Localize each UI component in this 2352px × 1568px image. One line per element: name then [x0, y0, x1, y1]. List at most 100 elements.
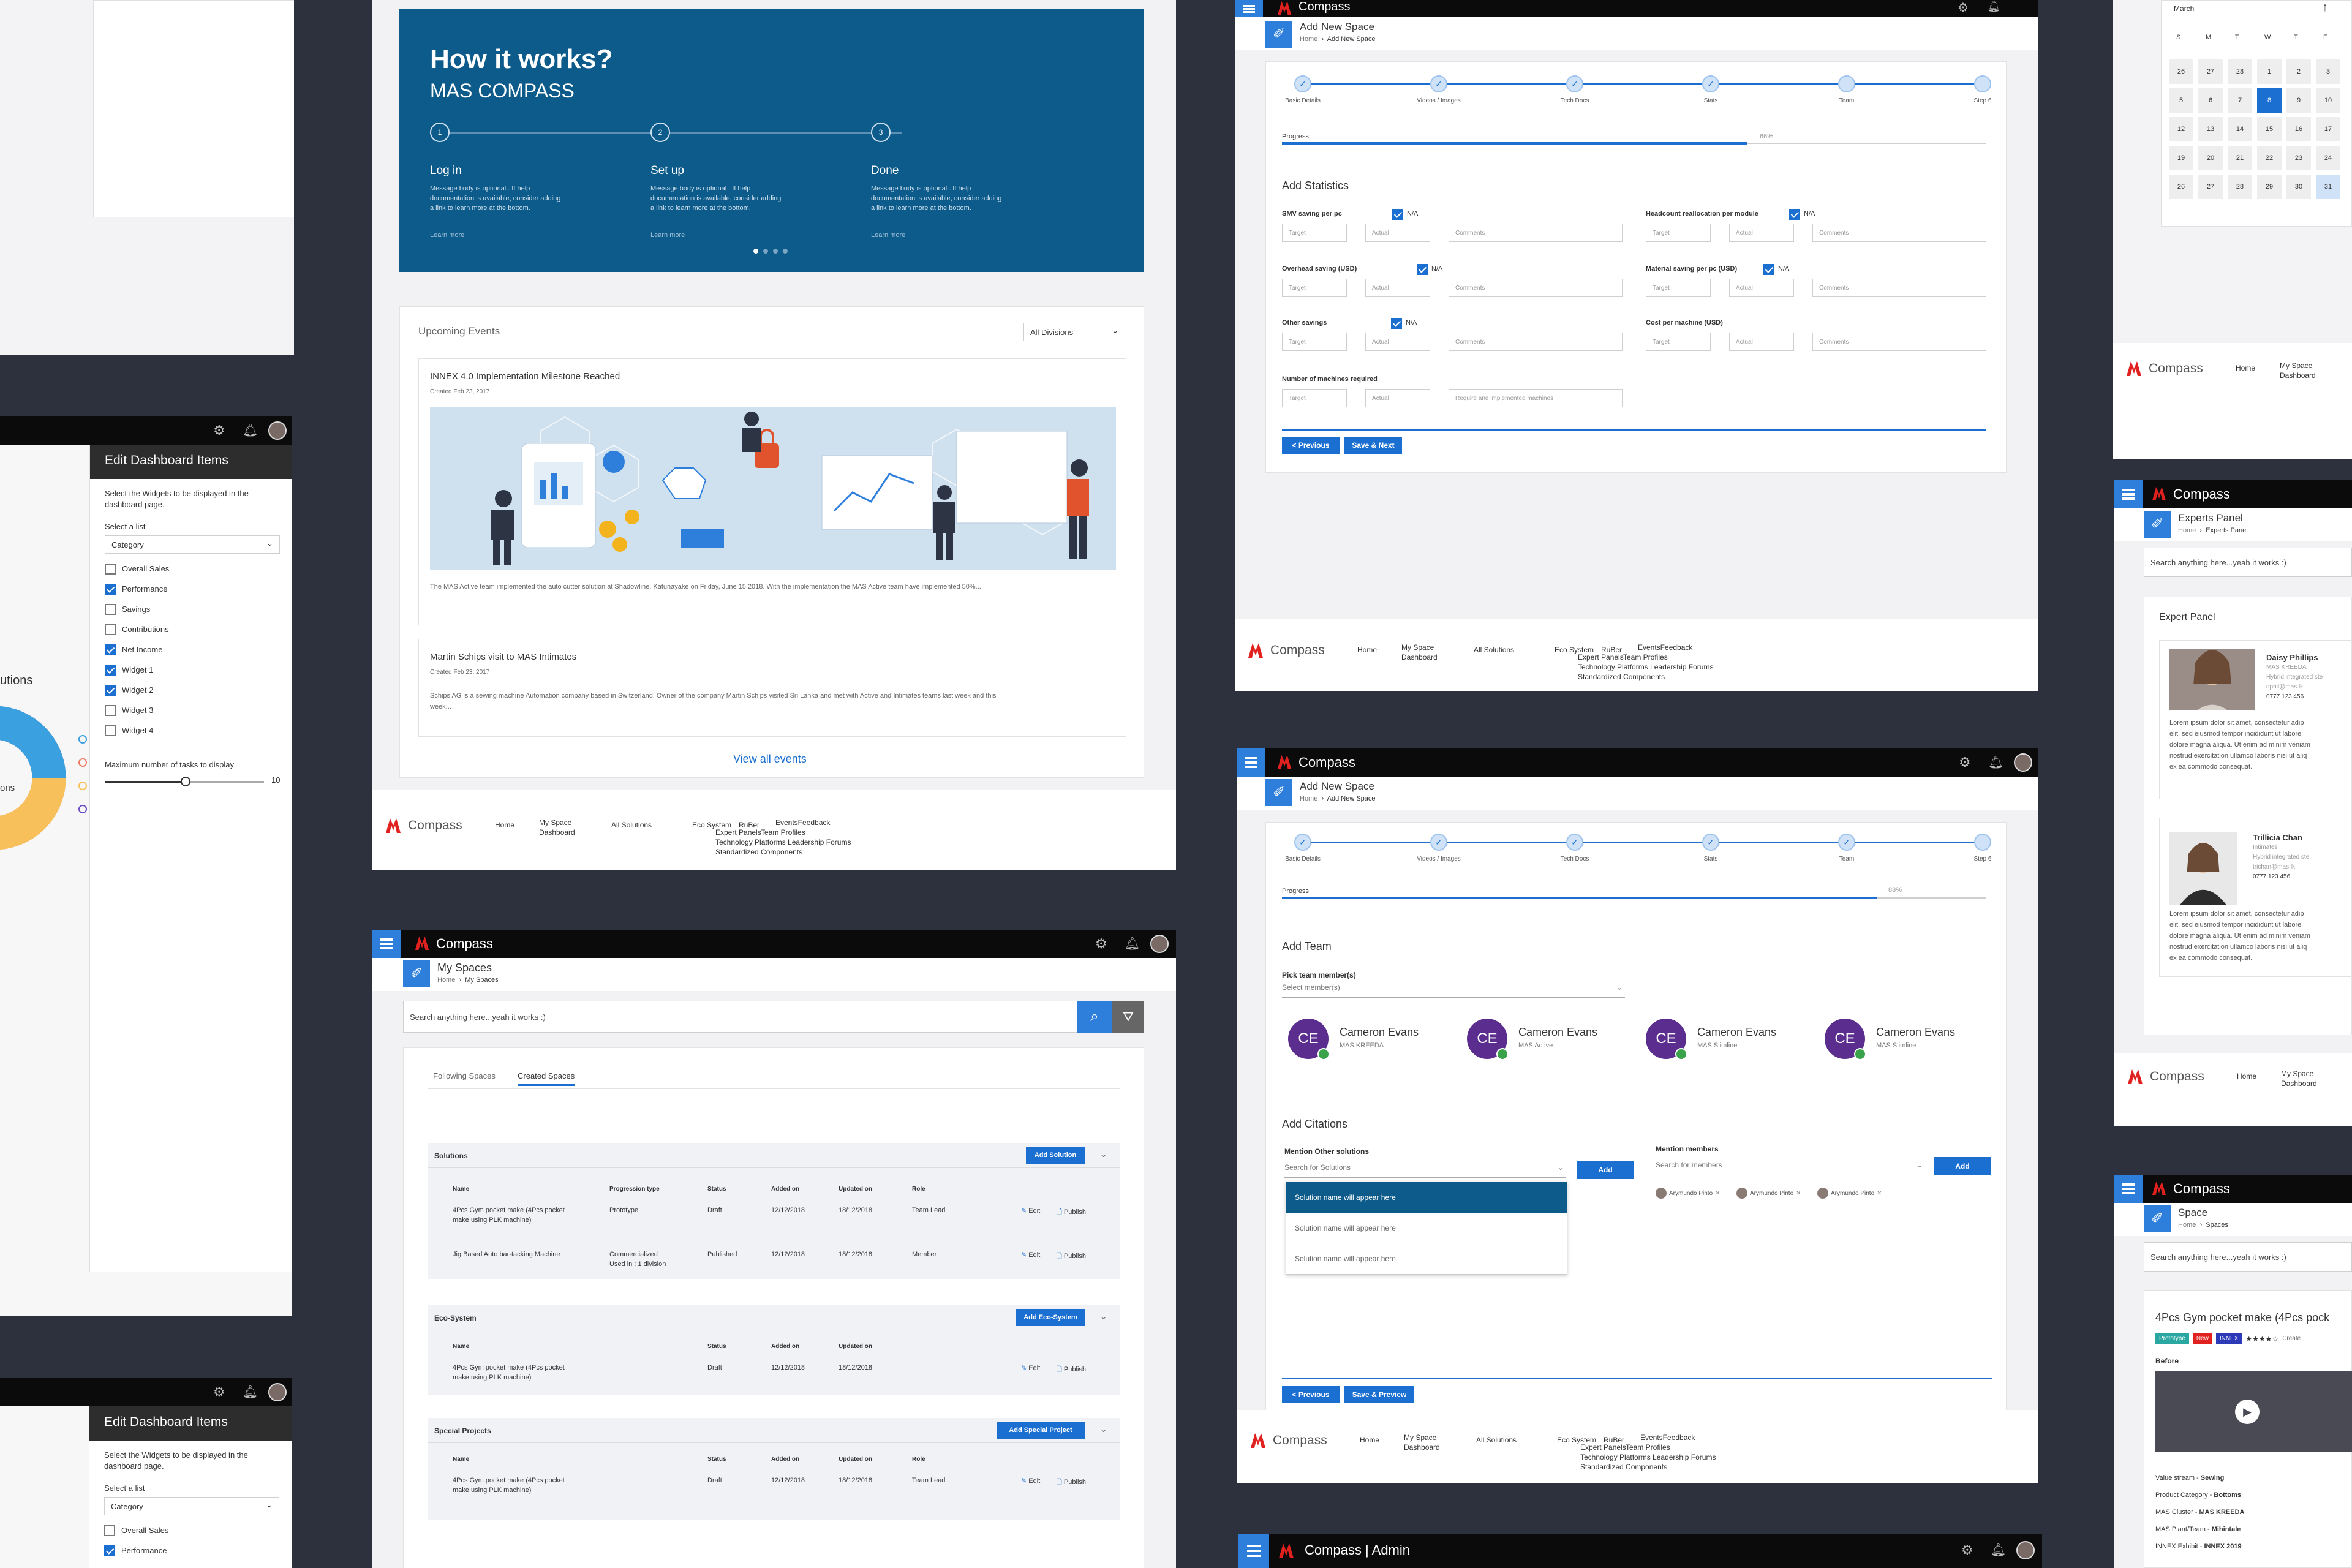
footer-all-solutions[interactable]: All Solutions [1474, 646, 1514, 654]
user-avatar[interactable] [2014, 753, 2032, 772]
step-indicator[interactable] [1974, 75, 1991, 92]
comments-input[interactable]: Comments [1812, 333, 1986, 351]
table-row[interactable]: 4Pcs Gym pocket make (4Pcs pocket make us… [428, 1364, 1120, 1403]
expert-card[interactable]: Trillicia Chan Intimates Hybrid integrated… [2159, 818, 2352, 977]
footer-dashboard[interactable]: Dashboard [539, 828, 575, 837]
target-input[interactable]: Target [1282, 389, 1347, 407]
gear-icon[interactable]: ⚙ [1095, 936, 1107, 952]
actual-input[interactable]: Actual [1729, 333, 1794, 351]
calendar-day[interactable]: 28 [2228, 175, 2252, 199]
expert-card[interactable]: Daisy Phillips MAS KREEDA Hybrid integrate… [2159, 640, 2352, 799]
edit-link[interactable]: ✎ Edit [1021, 1477, 1040, 1485]
widget-checkbox[interactable] [104, 1525, 115, 1536]
dropdown-option[interactable]: Solution name will appear here [1286, 1182, 1567, 1213]
na-checkbox[interactable] [1392, 209, 1403, 220]
gear-icon[interactable]: ⚙ [213, 423, 225, 439]
step-indicator[interactable]: ✓ [1294, 834, 1311, 851]
search-input[interactable]: Search anything here...yeah it works :) [2144, 1242, 2352, 1272]
member-avatar[interactable]: CE [1646, 1019, 1687, 1060]
dropdown-option[interactable]: Solution name will appear here [1286, 1243, 1567, 1274]
search-button[interactable]: ⌕ [1077, 1001, 1112, 1033]
category-select[interactable]: Category ⌄ [104, 1497, 279, 1515]
step-indicator[interactable] [1974, 834, 1991, 851]
footer-dashboard[interactable]: Dashboard [2281, 1079, 2317, 1088]
footer-brand[interactable]: Compass [408, 818, 462, 833]
previous-button[interactable]: < Previous [1282, 437, 1340, 454]
calendar-day[interactable]: 21 [2228, 146, 2252, 170]
widget-checkbox[interactable] [104, 1545, 115, 1556]
publish-link[interactable]: 🗋︎ Publish [1057, 1477, 1086, 1488]
target-input[interactable]: Target [1646, 333, 1711, 351]
step-indicator[interactable]: ✓ [1430, 75, 1447, 92]
comments-input[interactable]: Comments [1812, 279, 1986, 297]
table-row[interactable]: 4Pcs Gym pocket make (4Pcs pocket make us… [428, 1477, 1120, 1516]
solution-dropdown[interactable]: Solution name will appear here Solution … [1286, 1182, 1567, 1275]
save-next-button[interactable]: Save & Next [1344, 437, 1402, 454]
step-indicator[interactable]: ✓ [1566, 834, 1583, 851]
add-member-button[interactable]: Add [1934, 1157, 1991, 1175]
menu-button[interactable] [2114, 480, 2143, 508]
calendar-day[interactable]: 19 [2169, 146, 2193, 170]
breadcrumb[interactable]: Home › Add New Space [1300, 36, 1376, 43]
footer-expert-panels[interactable]: Expert Panels [1580, 1443, 1626, 1452]
add-special-button[interactable]: Add Special Project [997, 1422, 1085, 1439]
chevron-down-icon[interactable]: ⌄ [1099, 1148, 1107, 1160]
footer-team-profiles[interactable]: Team Profiles [1623, 653, 1668, 662]
step-indicator[interactable]: ✓ [1702, 834, 1719, 851]
calendar-day[interactable]: 22 [2257, 146, 2282, 170]
rating-stars[interactable]: ★★★★☆ [2245, 1335, 2278, 1343]
target-input[interactable]: Target [1646, 224, 1711, 242]
member-select[interactable]: Select member(s) ⌄ [1282, 983, 1625, 998]
actual-input[interactable]: Actual [1729, 279, 1794, 297]
calendar-day[interactable]: 26 [2169, 175, 2193, 199]
step-indicator[interactable]: ✓ [1430, 834, 1447, 851]
member-chip[interactable]: Arymundo Pinto ✕ [1656, 1186, 1721, 1200]
member-avatar[interactable]: CE [1288, 1019, 1330, 1060]
calendar-day[interactable]: 8 [2257, 88, 2282, 113]
calendar-day[interactable]: 16 [2286, 117, 2311, 141]
calendar-day[interactable]: 31 [2316, 175, 2340, 199]
calendar-day[interactable]: 2 [2286, 59, 2311, 84]
gear-icon[interactable]: ⚙ [1961, 1542, 1973, 1558]
publish-link[interactable]: 🗋︎ Publish [1057, 1207, 1086, 1218]
step-indicator[interactable]: ✓ [1294, 75, 1311, 92]
calendar-day[interactable]: 27 [2198, 59, 2223, 84]
step-indicator[interactable] [1838, 75, 1855, 92]
add-solutions-button[interactable]: Add Solution [1026, 1147, 1085, 1164]
search-input[interactable]: Search anything here...yeah it works :) [403, 1001, 1107, 1033]
target-input[interactable]: Target [1282, 224, 1347, 242]
footer-tech-line[interactable]: Technology Platforms Leadership Forums [1580, 1453, 1716, 1461]
gear-icon[interactable]: ⚙ [1959, 755, 1971, 771]
user-avatar[interactable] [2016, 1541, 2035, 1559]
footer-all-solutions[interactable]: All Solutions [611, 821, 652, 829]
member-avatar[interactable]: CE [1467, 1019, 1509, 1060]
footer-brand[interactable]: Compass [1273, 1433, 1327, 1448]
publish-link[interactable]: 🗋︎ Publish [1057, 1364, 1086, 1376]
solution-search[interactable]: Search for Solutions ⌄ [1284, 1163, 1566, 1178]
target-input[interactable]: Target [1282, 333, 1347, 351]
bell-icon[interactable]: 🔔︎ [1987, 0, 2001, 13]
add-eco-button[interactable]: Add Eco-System [1016, 1309, 1085, 1326]
tab-created[interactable]: Created Spaces [518, 1071, 575, 1086]
step-indicator[interactable]: ✓ [1702, 75, 1719, 92]
widget-checkbox[interactable] [105, 705, 116, 716]
event-card-1[interactable]: INNEX 4.0 Implementation Milestone Reach… [418, 358, 1126, 625]
widget-checkbox[interactable] [105, 685, 116, 696]
footer-my-space[interactable]: My Space [1404, 1433, 1436, 1442]
footer-brand[interactable]: Compass [2149, 361, 2203, 376]
calendar-day[interactable]: 12 [2169, 117, 2193, 141]
bell-icon[interactable]: 🔔︎ [243, 1384, 258, 1400]
compass-logo[interactable] [2125, 361, 2143, 376]
calendar-day[interactable]: 14 [2228, 117, 2252, 141]
user-avatar[interactable] [268, 421, 287, 440]
menu-button[interactable] [372, 930, 401, 958]
calendar-day[interactable]: 15 [2257, 117, 2282, 141]
breadcrumb[interactable]: Home › Spaces [2178, 1221, 2228, 1229]
footer-expert-panels[interactable]: Expert Panels [715, 828, 761, 837]
calendar-day[interactable]: 9 [2286, 88, 2311, 113]
widget-checkbox[interactable] [105, 725, 116, 736]
compass-logo[interactable] [1276, 755, 1292, 769]
footer-tech-line[interactable]: Technology Platforms Leadership Forums [715, 838, 851, 846]
footer-team-profiles[interactable]: Team Profiles [1626, 1443, 1670, 1452]
target-input[interactable]: Target [1646, 279, 1711, 297]
